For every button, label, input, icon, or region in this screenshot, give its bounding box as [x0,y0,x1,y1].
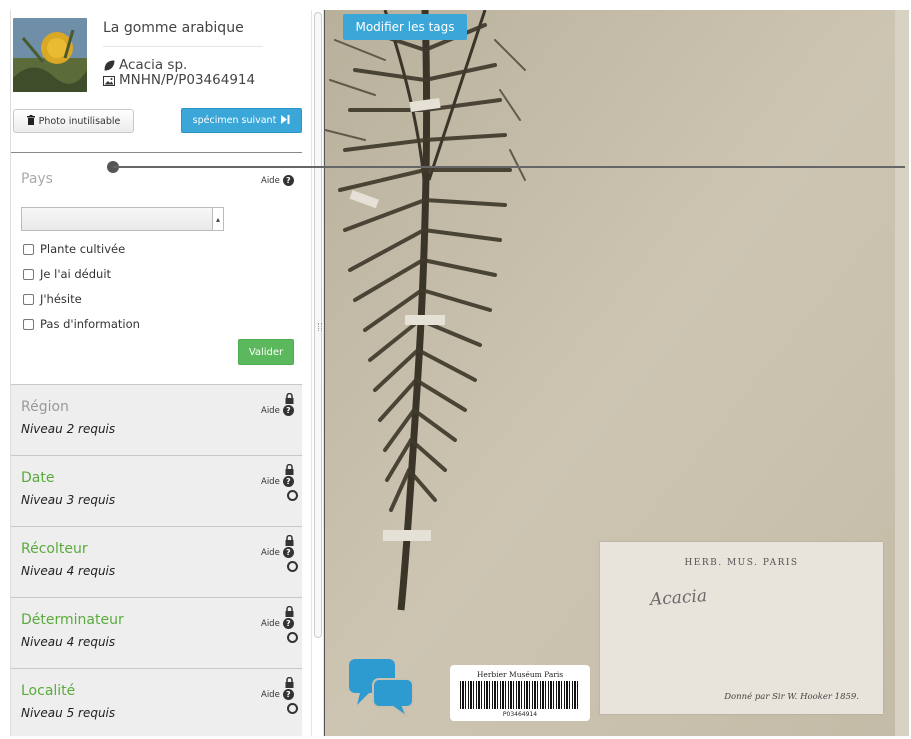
barcode-icon [460,681,580,709]
section-localite[interactable]: Localité Niveau 5 requis Aide ? [11,668,302,736]
mission-title: La gomme arabique [103,20,244,36]
specimen-thumbnail[interactable] [13,18,87,92]
next-specimen-label: spécimen suivant [192,115,277,126]
next-specimen-button[interactable]: spécimen suivant [181,108,302,133]
refresh-icon [287,490,298,501]
checkbox-box[interactable] [23,293,34,305]
specimen-code: MNHN/P/P03464914 [119,72,256,88]
checkbox-box[interactable] [23,268,34,280]
sidebar-scrollbar[interactable] [311,10,324,736]
section-title: Récolteur [21,541,88,557]
refresh-icon [287,561,298,572]
checkbox-box[interactable] [23,243,34,255]
pays-label: Pays [21,171,53,187]
species-name: Acacia sp. [119,57,188,73]
section-title: Déterminateur [21,612,124,628]
checkbox-pas-information[interactable]: Pas d'information [23,317,140,331]
help-icon: ? [282,689,294,700]
skip-forward-icon [281,114,290,127]
photo-unusable-label: Photo inutilisable [38,115,121,127]
section-help-label: Aide [261,476,280,487]
section-level-required: Niveau 3 requis [21,493,116,507]
section-level-required: Niveau 4 requis [21,564,116,578]
section-help-label: Aide [261,547,280,558]
leaf-icon [103,60,115,72]
section-help-label: Aide [261,405,280,416]
pays-help-link[interactable]: Aide ? [261,175,294,186]
section-level-required: Niveau 4 requis [21,635,116,649]
section-help-label: Aide [261,689,280,700]
section-title: Région [21,399,69,415]
checkbox-label: Plante cultivée [40,242,126,256]
label-footer: Donné par Sir W. Hooker 1859. [724,692,859,702]
section-region[interactable]: Région Niveau 2 requis Aide ? [11,384,302,455]
section-help-link[interactable]: Aide ? [261,547,294,558]
section-recolteur[interactable]: Récolteur Niveau 4 requis Aide ? [11,526,302,597]
sidebar: La gomme arabique Acacia sp. MNHN/P/P034… [10,10,310,736]
section-help-link[interactable]: Aide ? [261,405,294,416]
section-date[interactable]: Date Niveau 3 requis Aide ? [11,455,302,526]
checkbox-hesite[interactable]: J'hésite [23,292,82,306]
label-handwritten-name: Acacia [649,586,708,610]
photo-unusable-button[interactable]: Photo inutilisable [13,109,134,133]
checkbox-box[interactable] [23,318,34,330]
help-icon: ? [282,476,294,487]
section-help-link[interactable]: Aide ? [261,689,294,700]
section-help-link[interactable]: Aide ? [261,618,294,629]
section-title: Date [21,470,55,486]
picture-icon [103,75,115,87]
specimen-code-row: MNHN/P/P03464914 [103,73,255,88]
pays-help-label: Aide [261,175,280,186]
help-icon: ? [282,405,294,416]
species-row: Acacia sp. [103,58,187,73]
checkbox-plante-cultivee[interactable]: Plante cultivée [23,242,125,256]
barcode-label: Herbier Muséum Paris P03464914 [450,665,590,721]
section-level-required: Niveau 2 requis [21,422,116,436]
specimen-image-viewer[interactable]: Modifier les tags HERB. MUS. PARIS Acaci… [324,10,909,736]
title-divider [103,46,263,47]
scrollbar-thumb[interactable] [314,12,322,638]
checkbox-label: Pas d'information [40,317,140,331]
barcode-number: P03464914 [502,711,538,718]
help-icon: ? [282,547,294,558]
refresh-icon [287,703,298,714]
barcode-title: Herbier Muséum Paris [476,670,564,679]
pays-select[interactable]: ▴ [21,207,224,231]
help-icon: ? [282,618,294,629]
help-icon: ? [282,175,294,186]
section-level-required: Niveau 5 requis [21,706,116,720]
refresh-icon [287,632,298,643]
checkbox-deduit[interactable]: Je l'ai déduit [23,267,111,281]
section-title: Localité [21,683,76,699]
trash-icon [26,114,35,128]
checkbox-label: Je l'ai déduit [40,267,112,281]
edit-tags-button[interactable]: Modifier les tags [343,14,467,40]
section-determinateur[interactable]: Déterminateur Niveau 4 requis Aide ? [11,597,302,668]
valider-button[interactable]: Valider [238,339,294,365]
herbarium-label: HERB. MUS. PARIS Acacia Donné par Sir W.… [600,542,883,714]
checkbox-label: J'hésite [40,292,82,306]
resize-grip-icon[interactable] [318,323,322,331]
section-help-link[interactable]: Aide ? [261,476,294,487]
section-help-label: Aide [261,618,280,629]
chevron-down-icon: ▴ [212,208,223,230]
label-header: HERB. MUS. PARIS [684,558,799,568]
sidebar-divider [11,152,302,153]
